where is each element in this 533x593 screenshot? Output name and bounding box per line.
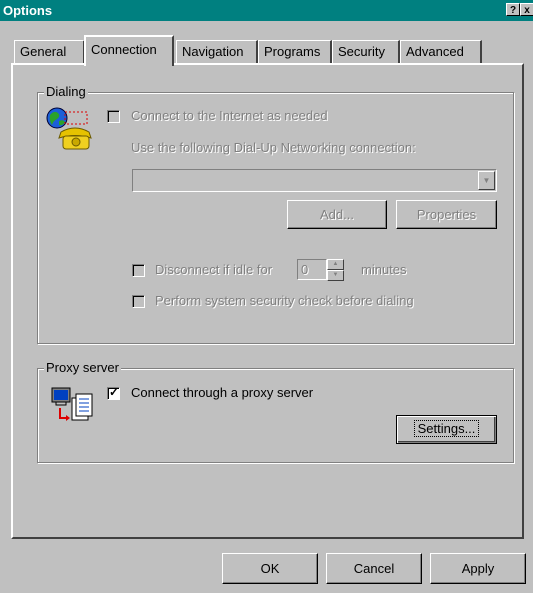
proxy-checkbox-label: Connect through a proxy server [131,385,314,400]
properties-button[interactable]: Properties [396,200,497,229]
minutes-label: minutes [361,262,407,277]
connect-as-needed-checkbox[interactable] [107,110,120,123]
dialup-connection-select[interactable]: ▼ [132,169,497,192]
proxy-settings-button[interactable]: Settings... [396,415,497,444]
window-title: Options [3,3,53,18]
cancel-button[interactable]: Cancel [326,553,422,584]
title-bar[interactable]: Options ? x [0,0,533,21]
security-check-label: Perform system security check before dia… [155,293,414,308]
connect-as-needed-label: Connect to the Internet as needed [131,108,328,123]
add-button[interactable]: Add... [287,200,387,229]
dialup-connection-label: Use the following Dial-Up Networking con… [131,140,416,155]
security-check-checkbox[interactable] [132,295,145,308]
proxy-checkbox[interactable]: ✓ [107,385,120,400]
proxy-server-icon [51,387,93,421]
disconnect-idle-checkbox[interactable] [132,264,145,277]
idle-minutes-input[interactable]: 0 [297,259,327,280]
proxy-settings-label: Settings... [413,420,480,437]
ok-button[interactable]: OK [222,553,318,584]
proxy-group-label: Proxy server [44,360,121,375]
dialing-group-label: Dialing [44,84,88,99]
spin-down-icon[interactable]: ▼ [327,270,344,281]
add-button-label: Add... [320,207,354,222]
properties-button-label: Properties [416,207,477,222]
tab-general[interactable]: General [14,40,85,64]
help-button[interactable]: ? [506,3,520,16]
tab-navigation[interactable]: Navigation [176,40,258,64]
tab-connection[interactable]: Connection [84,35,174,66]
dial-up-phone-icon [46,107,92,150]
chevron-down-icon[interactable]: ▼ [478,171,495,190]
apply-button[interactable]: Apply [430,553,526,584]
disconnect-idle-label: Disconnect if idle for [155,262,273,277]
close-button[interactable]: x [520,3,533,16]
tab-security[interactable]: Security [332,40,400,64]
spin-up-icon[interactable]: ▲ [327,259,344,270]
tab-advanced[interactable]: Advanced [400,40,482,64]
tab-programs[interactable]: Programs [258,40,332,64]
checkmark-icon: ✓ [109,385,120,399]
